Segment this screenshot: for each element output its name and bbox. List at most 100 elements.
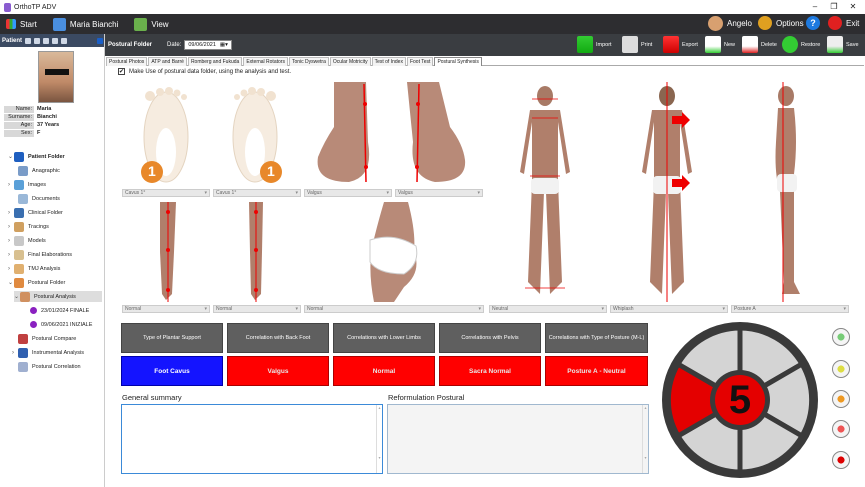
tab-atp-barre[interactable]: ATP and Barré <box>148 57 187 66</box>
tab-tonic-dyswetra[interactable]: Tonic Dyswetra <box>288 57 329 66</box>
result-plantar-support[interactable]: Foot Cavus <box>121 356 223 386</box>
checkbox-box[interactable]: ✔ <box>118 68 125 75</box>
tree-item-anagraphic[interactable]: Anagraphic <box>18 165 60 176</box>
tab-romberg-fukuda[interactable]: Romberg and Fukuda <box>187 57 243 66</box>
status-level-5-icon[interactable] <box>832 451 850 469</box>
maximize-button[interactable]: ❐ <box>824 0 844 14</box>
posture-side-select[interactable]: Posture A ▾ <box>731 305 849 313</box>
lower-limb-select-left[interactable]: Normal ▾ <box>122 305 210 313</box>
status-level-2-icon[interactable] <box>832 360 850 378</box>
tab-test-of-index[interactable]: Test of Index <box>371 57 406 66</box>
tab-external-rotators[interactable]: External Rotators <box>243 57 288 66</box>
sidebar-header: Patient <box>0 34 104 47</box>
result-posture-type[interactable]: Posture A - Neutral <box>545 356 648 386</box>
category-pelvis[interactable]: Correlations with Pelvis <box>439 323 541 353</box>
restore-button[interactable]: Restore <box>782 36 820 53</box>
options-label: Options <box>776 18 804 28</box>
minimize-button[interactable]: – <box>805 0 825 14</box>
tab-foot-test[interactable]: Foot Test <box>406 57 434 66</box>
category-posture-type[interactable]: Correlations with Type of Posture (M-L) <box>545 323 648 353</box>
use-postural-data-checkbox[interactable]: ✔ Make Use of postural data folder, usin… <box>118 68 291 75</box>
help-button[interactable]: ? <box>806 16 824 30</box>
tree-item-postural-compare[interactable]: Postural Compare <box>18 333 76 344</box>
tree-item-analysis-initial[interactable]: 09/06/2021 INIZIALE <box>30 319 92 330</box>
camera-icon[interactable] <box>43 37 50 44</box>
save-button[interactable]: Save <box>827 36 859 53</box>
printer-icon <box>622 36 638 53</box>
user-avatar-icon <box>708 16 723 31</box>
tree-item-models[interactable]: › Models <box>8 235 46 246</box>
delete-button[interactable]: Delete <box>742 36 777 53</box>
reformulation-textarea[interactable]: ▴ ▾ <box>387 404 649 474</box>
tree-item-clinical-folder[interactable]: › Clinical Folder <box>8 207 63 218</box>
purple-dot-icon <box>30 321 37 328</box>
textarea-scrollbar[interactable]: ▴ ▾ <box>642 405 648 473</box>
status-level-4-icon[interactable] <box>832 420 850 438</box>
foot-print-left-image: 1 <box>122 82 208 187</box>
select-value: Normal <box>125 306 142 312</box>
print-button[interactable]: Print <box>622 36 652 53</box>
calendar-icon[interactable]: ▦▾ <box>220 42 228 48</box>
tree-item-label: Postural Compare <box>32 335 77 342</box>
title-bar: OrthoTP ADV – ❐ ✕ <box>0 0 865 14</box>
heel-right-image <box>395 82 481 187</box>
tab-postural-photos[interactable]: Postural Photos <box>106 57 148 66</box>
posture-back-select[interactable]: Whiplash ▾ <box>610 305 728 313</box>
correlation-icon <box>18 361 28 372</box>
tree-item-tmj-analysis[interactable]: › TMJ Analysis <box>8 263 60 274</box>
tree-item-tracings[interactable]: › Tracings <box>8 221 49 232</box>
tab-postural-synthesis[interactable]: Postural Synthesis <box>434 57 482 66</box>
select-value: Normal <box>307 306 324 312</box>
flag-icon[interactable] <box>61 37 68 44</box>
tree-item-images[interactable]: › Images <box>8 179 46 190</box>
person-icon[interactable] <box>25 37 32 44</box>
backfoot-select-left[interactable]: Valgus ▾ <box>304 189 392 197</box>
patient-menu[interactable]: Maria Bianchi <box>52 17 118 31</box>
import-button[interactable]: Import <box>577 36 612 53</box>
textarea-scrollbar[interactable]: ▴ ▾ <box>376 405 382 473</box>
tree-item-postural-correlation[interactable]: Postural Correlation <box>18 361 81 372</box>
tree-item-label: Instrumental Analysis <box>32 349 84 356</box>
tree-item-instrumental-analysis[interactable]: › Instrumental Analysis <box>12 347 84 358</box>
body-side-image <box>750 82 820 302</box>
tree-item-patient-folder[interactable]: ⌄ Patient Folder <box>8 151 65 162</box>
close-button[interactable]: ✕ <box>843 0 863 14</box>
select-value: Normal <box>216 306 233 312</box>
view-menu[interactable]: View <box>134 17 169 31</box>
category-lower-limbs[interactable]: Correlations with Lower Limbs <box>333 323 435 353</box>
new-button[interactable]: New <box>705 36 735 53</box>
tree-item-analysis-final[interactable]: 23/01/2024 FINALE <box>30 305 89 316</box>
pelvis-select[interactable]: Normal ▾ <box>304 305 484 313</box>
options-menu[interactable]: Options <box>758 16 804 30</box>
result-back-foot[interactable]: Valgus <box>227 356 329 386</box>
status-level-1-icon[interactable] <box>832 328 850 346</box>
folder-icon[interactable] <box>52 37 59 44</box>
tree-item-postural-folder[interactable]: ⌄ Postural Folder <box>8 277 65 288</box>
result-pelvis[interactable]: Sacra Normal <box>439 356 541 386</box>
category-plantar-support[interactable]: Type of Plantar Support <box>121 323 223 353</box>
general-summary-textarea[interactable]: ▴ ▾ <box>121 404 383 474</box>
posture-front-select[interactable]: Neutral ▾ <box>489 305 607 313</box>
tree-item-final-elaborations[interactable]: › Final Elaborations <box>8 249 72 260</box>
tree-item-label: Images <box>28 181 47 188</box>
status-level-3-icon[interactable] <box>832 390 850 408</box>
user-label: Angelo <box>727 19 752 28</box>
plantar-select-left[interactable]: Cavus 1° ▾ <box>122 189 210 197</box>
export-button[interactable]: Export <box>663 36 698 53</box>
lower-limb-select-right[interactable]: Normal ▾ <box>213 305 301 313</box>
eye-icon[interactable] <box>34 37 41 44</box>
user-menu[interactable]: Angelo <box>708 16 752 31</box>
tree-item-documents[interactable]: Documents <box>18 193 60 204</box>
date-picker[interactable]: 09/06/2021 ▦▾ <box>184 40 232 50</box>
tab-ocular-motricity[interactable]: Ocular Motricity <box>329 57 371 66</box>
category-back-foot[interactable]: Correlation with Back Foot <box>227 323 329 353</box>
start-menu[interactable]: Start <box>6 19 37 29</box>
result-lower-limbs[interactable]: Normal <box>333 356 435 386</box>
score-dial[interactable]: 5 <box>660 320 820 480</box>
pin-icon[interactable] <box>97 37 104 44</box>
exit-button[interactable]: Exit <box>828 16 859 30</box>
backfoot-select-right[interactable]: Valgus ▾ <box>395 189 483 197</box>
tree-item-postural-analysis[interactable]: ⌄ Postural Analysis <box>14 291 102 302</box>
info-label: Surname: <box>4 114 34 121</box>
plantar-select-right[interactable]: Cavus 1° ▾ <box>213 189 301 197</box>
